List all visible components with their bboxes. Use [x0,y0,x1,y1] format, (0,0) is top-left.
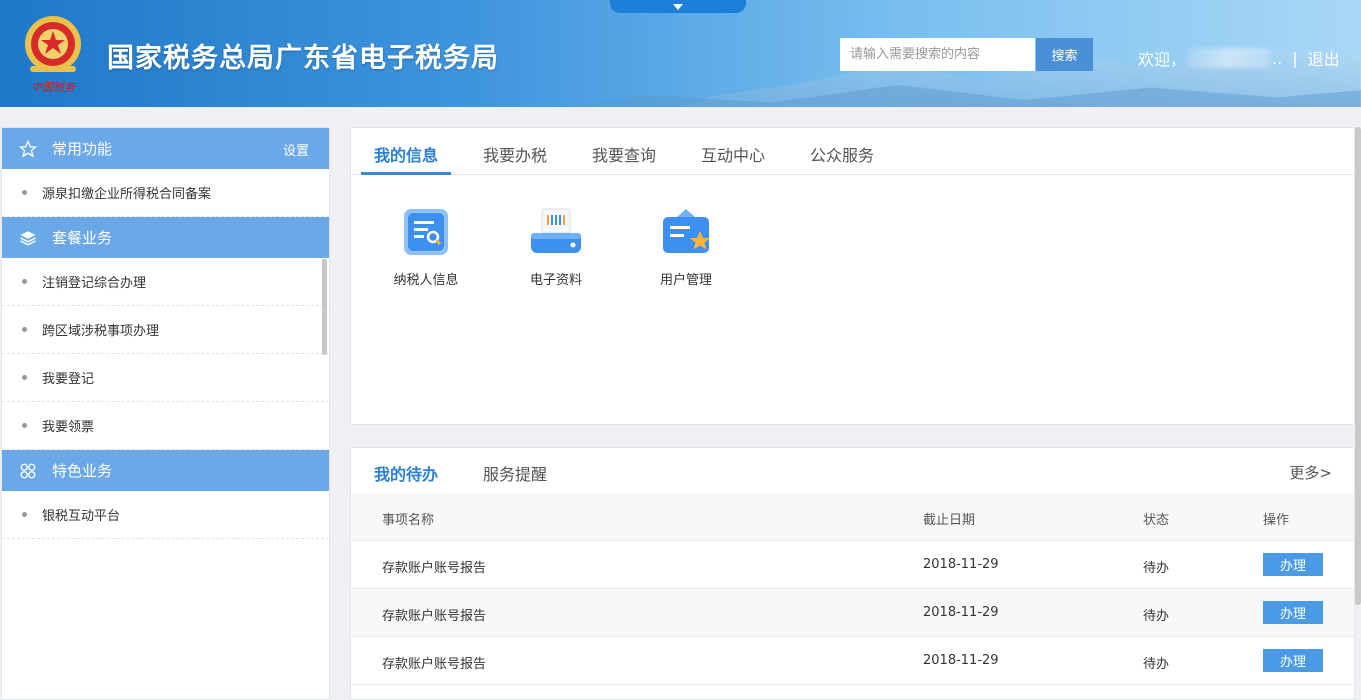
column-header: 事项名称 [382,513,435,528]
sidebar-section-common[interactable]: 常用功能 设置 [2,128,329,169]
sidebar-section-title: 常用功能 [52,140,113,158]
chevron-down-icon [673,4,683,10]
e-documents-shortcut[interactable]: 电子资料 [506,207,606,288]
bullet-icon [22,190,27,195]
layers-icon [18,228,38,248]
user-management-shortcut[interactable]: 用户管理 [636,207,736,288]
tab-query[interactable]: 我要查询 [592,142,656,166]
sidebar-item[interactable]: 银税互动平台 [2,491,329,539]
info-tabs: 我的信息 我要办税 我要查询 互动中心 公众服务 [351,128,1354,175]
status-text: 待办 [1143,657,1170,672]
site-title: 国家税务总局广东省电子税务局 [107,43,499,74]
status-text: 待办 [1143,561,1170,576]
welcome-suffix: .. [1272,48,1283,68]
table-row: 存款账户账号报告 2018-11-29 待办 办理 [351,541,1354,589]
handle-button[interactable]: 办理 [1263,553,1323,576]
username-redacted [1188,48,1271,68]
column-header: 状态 [1143,513,1170,528]
sidebar-item[interactable]: 我要登记 [2,354,329,402]
tax-emblem-logo: 中国税务 [18,12,88,96]
active-tab-indicator [361,172,451,175]
page-scrollbar[interactable] [1355,127,1361,605]
item-name: 存款账户账号报告 [382,657,487,672]
sidebar-item-label: 我要领票 [42,420,95,435]
tab-service-reminder[interactable]: 服务提醒 [483,461,547,485]
item-name: 存款账户账号报告 [382,609,487,624]
user-area: 欢迎， .. | 退出 [1138,46,1340,70]
sidebar-section-package[interactable]: 套餐业务 [2,217,329,258]
e-documents-icon [531,208,581,253]
status-text: 待办 [1143,609,1170,624]
tab-interaction-center[interactable]: 互动中心 [701,142,765,166]
collapse-toggle[interactable] [610,0,746,13]
my-info-panel: 我的信息 我要办税 我要查询 互动中心 公众服务 纳税人信息 电子资料 用户管理 [350,127,1355,425]
handle-button[interactable]: 办理 [1263,601,1323,624]
shortcut-label: 用户管理 [659,273,712,288]
more-link[interactable]: 更多> [1289,462,1332,483]
tab-my-info[interactable]: 我的信息 [374,142,438,166]
bullet-icon [22,423,27,428]
shortcut-label: 电子资料 [529,273,582,288]
sidebar-item-label: 源泉扣缴企业所得税合同备案 [42,187,212,202]
welcome-text: 欢迎， [1138,50,1187,69]
taxpayer-info-icon [404,209,448,255]
logout-link[interactable]: 退出 [1308,46,1340,70]
separator: | [1292,48,1298,68]
todo-tabs: 我的待办 服务提醒 更多> [351,448,1354,493]
tab-tax-handling[interactable]: 我要办税 [483,142,547,166]
star-icon [18,139,38,159]
sidebar-item[interactable]: 跨区域涉税事项办理 [2,306,329,354]
due-date: 2018-11-29 [923,557,999,572]
bullet-icon [22,327,27,332]
column-header: 截止日期 [923,513,976,528]
sidebar-item[interactable]: 源泉扣缴企业所得税合同备案 [2,169,329,217]
sidebar-item-label: 我要登记 [42,372,95,387]
emblem-text: 中国税务 [31,81,76,94]
user-management-icon [663,209,710,253]
column-header: 操作 [1263,513,1290,528]
sidebar-item-label: 银税互动平台 [42,509,121,524]
taxpayer-info-shortcut[interactable]: 纳税人信息 [376,207,476,288]
sidebar-item-label: 注销登记综合办理 [42,276,147,291]
table-header: 事项名称 截止日期 状态 操作 [351,493,1354,541]
sidebar: 常用功能 设置 源泉扣缴企业所得税合同备案 套餐业务 注销登记综合办理 跨区域涉… [1,127,330,700]
item-name: 存款账户账号报告 [382,561,487,576]
sidebar-section-featured[interactable]: 特色业务 [2,450,329,491]
handle-button[interactable]: 办理 [1263,649,1323,672]
bullet-icon [22,279,27,284]
table-row: 存款账户账号报告 2018-11-29 待办 办理 [351,637,1354,685]
header: 中国税务 国家税务总局广东省电子税务局 搜索 欢迎， .. | 退出 [0,0,1361,107]
todo-panel: 我的待办 服务提醒 更多> 事项名称 截止日期 状态 操作 存款账户账号报告 2… [350,447,1355,700]
bullet-icon [22,375,27,380]
settings-link[interactable]: 设置 [283,140,309,159]
table-row: 存款账户账号报告 2018-11-29 待办 办理 [351,589,1354,637]
due-date: 2018-11-29 [923,605,999,620]
grid-icon [18,461,38,481]
tab-public-service[interactable]: 公众服务 [810,142,874,166]
sidebar-item-label: 跨区域涉税事项办理 [42,324,160,339]
sidebar-scrollbar[interactable] [322,259,327,355]
bullet-icon [22,512,27,517]
due-date: 2018-11-29 [923,653,999,668]
sidebar-section-title: 套餐业务 [52,229,113,247]
shortcut-label: 纳税人信息 [393,273,459,288]
search-button[interactable]: 搜索 [1036,38,1093,71]
sidebar-item[interactable]: 注销登记综合办理 [2,258,329,306]
search-input[interactable] [840,38,1035,71]
tab-my-todo[interactable]: 我的待办 [374,461,438,485]
sidebar-item[interactable]: 我要领票 [2,402,329,450]
sidebar-section-title: 特色业务 [52,462,113,480]
